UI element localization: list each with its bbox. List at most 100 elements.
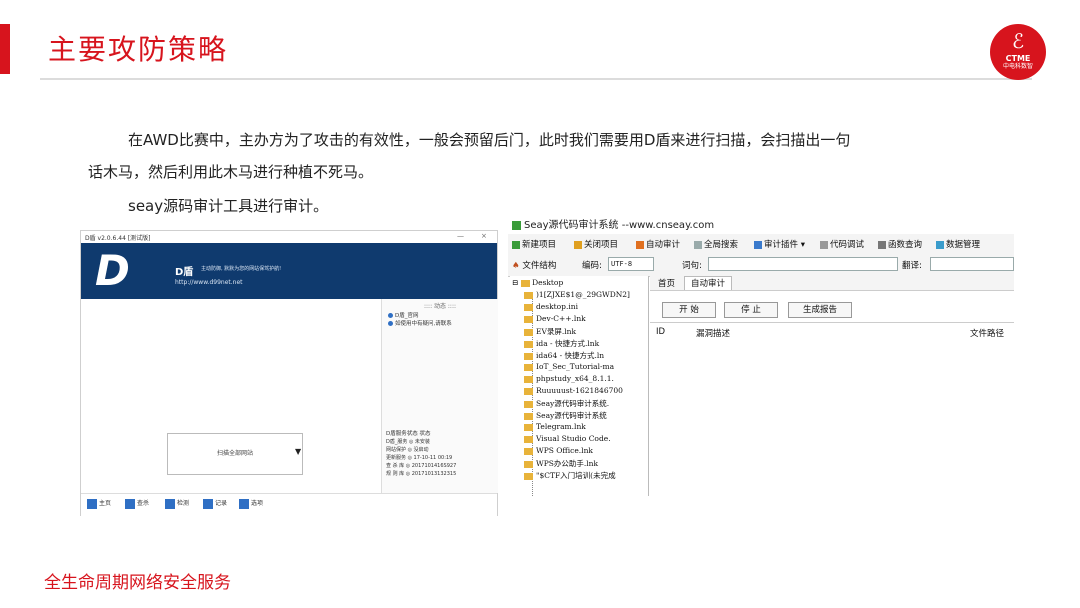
function-icon [878,240,886,249]
tree-item[interactable]: Seay源代码审计系统. [524,398,609,409]
logo-sub: 中电科数智 [1002,63,1033,70]
tree-item[interactable]: Telegram.lnk [524,422,586,431]
tree-item[interactable]: ida64 - 快捷方式.ln [524,350,604,361]
side-item[interactable]: 如使用中有疑问,请联系 [388,319,452,327]
new-project-icon [512,240,520,249]
tree-item[interactable]: desktop.ini [524,302,578,311]
dshield-url[interactable]: http://www.d99net.net [175,279,243,286]
dshield-bottom-nav: 主页 查杀 检测 记录 选项 [81,493,497,516]
file-icon [524,387,533,395]
encoding-select[interactable]: UTF-8 [608,257,654,271]
file-icon [524,375,533,383]
search-icon [125,498,135,509]
file-icon [524,423,533,431]
tab-home[interactable]: 首页 [652,277,681,289]
tree-item[interactable]: WPS Office.lnk [524,446,593,455]
code-debug-button[interactable]: 代码调试 [820,238,864,250]
function-query-button[interactable]: 函数查询 [878,238,922,250]
pin-icon: ♠ [512,261,520,271]
tree-item[interactable]: IoT_Sec_Tutorial-ma [524,362,614,371]
dshield-main-panel: 扫描全部网站 ▼ [81,299,381,493]
dshield-side-panel: :::: 动态 :::: D盾_官网 如使用中有疑问,请联系 D盾服务状态 状态… [381,299,498,493]
plugin-icon [754,240,762,249]
tree-root[interactable]: ⊟ Desktop [512,278,563,287]
start-button[interactable]: 开 始 [662,302,716,318]
dshield-window: D盾 v2.0.6.44 [测试版] — × D D盾 主动防御, 默默为您的网… [80,230,498,516]
search-icon [694,240,702,249]
info-icon [388,321,393,326]
status-header: D盾服务状态 状态 [386,431,431,437]
tree-item[interactable]: Visual Studio Code. [524,434,611,443]
file-structure-label: ♠ 文件结构 [512,261,557,271]
file-icon [524,303,533,311]
dshield-logo: D [95,246,130,295]
tree-item[interactable]: )1[ZJXE$1@_29GWDN2] [524,290,630,299]
nav-detect[interactable]: 检测 [165,498,189,509]
dshield-name: D盾 [175,267,194,278]
file-icon [524,447,533,455]
tree-item[interactable]: phpstudy_x64_8.1.1. [524,374,614,383]
info-icon [388,313,393,318]
translate-input[interactable] [930,257,1014,271]
tree-item[interactable]: Ruuuuust-1621846700 [524,386,623,395]
tab-auto-audit[interactable]: 自动审计 [684,276,733,290]
grid-icon [165,498,175,509]
nav-options[interactable]: 选项 [239,498,263,509]
footer-slogan: 全生命周期网络安全服务 [44,573,231,593]
logo-brand: CTME [1005,54,1031,63]
side-panel-header: :::: 动态 :::: [424,303,456,310]
seay-toolbar: 新建项目 关闭项目 自动审计 全局搜索 审计插件 ▾ 代码调试 函数查询 数据管… [508,234,1014,255]
nav-home[interactable]: 主页 [87,498,111,509]
data-manage-button[interactable]: 数据管理 [936,238,980,250]
audit-plugin-button[interactable]: 审计插件 ▾ [754,238,805,250]
global-search-button[interactable]: 全局搜索 [694,238,738,250]
logo-mark-icon: ℰ [1011,29,1025,53]
status-row: 规 则 库 ◎ 20171013132315 [386,471,457,477]
column-header-description[interactable]: 漏洞描述 [696,327,730,339]
column-header-filepath[interactable]: 文件路径 [970,327,1004,339]
file-icon [524,328,533,336]
auto-audit-icon [636,240,644,249]
app-icon [512,220,521,230]
title-divider [40,78,1032,80]
tree-item[interactable]: Seay源代码审计系统 [524,410,607,421]
status-row: D盾_服务 ◎ 未安装 [386,439,430,445]
status-row: 网站保护 ◎ 没启动 [386,447,429,453]
side-item[interactable]: D盾_官网 [388,311,419,319]
translate-label: 翻译: [902,261,922,271]
minimize-button[interactable]: — [457,232,464,240]
close-project-button[interactable]: 关闭项目 [574,238,618,250]
generate-report-button[interactable]: 生成报告 [788,302,852,318]
file-icon [524,340,533,348]
company-logo: ℰ CTME 中电科数智 [990,24,1046,80]
audit-results-grid: ID 漏洞描述 文件路径 [650,322,1014,496]
folder-icon [520,279,530,287]
tree-item[interactable]: "$CTF入门培训(未完成 [524,470,616,481]
seay-tabs: 首页 自动审计 [650,276,1014,291]
column-header-id[interactable]: ID [656,327,665,337]
status-row: 查 杀 库 ◎ 2017101416S927 [386,463,457,469]
dshield-banner: D D盾 主动防御, 默默为您的网站保驾护航! http://www.d99ne… [81,243,497,299]
scan-dropdown-arrow-icon[interactable]: ▼ [295,447,301,456]
seay-window-title: Seay源代码审计系统 --www.cnseay.com [512,216,714,231]
tree-item[interactable]: ida - 快捷方式.lnk [524,338,599,349]
document-icon [203,498,213,509]
nav-scan[interactable]: 查杀 [125,498,149,509]
tree-item[interactable]: Dev-C++.lnk [524,314,586,323]
collapse-icon[interactable]: ⊟ [512,278,518,287]
dshield-window-title: D盾 v2.0.6.44 [测试版] [85,235,151,242]
tree-item[interactable]: EV录屏.lnk [524,326,576,337]
file-icon [524,400,533,408]
home-icon [87,498,97,509]
auto-audit-button[interactable]: 自动审计 [636,238,680,250]
debug-icon [820,240,828,249]
tree-item[interactable]: WPS办公助手.lnk [524,458,598,469]
file-icon [524,352,533,360]
database-icon [936,240,944,249]
new-project-button[interactable]: 新建项目 [512,238,556,250]
word-input[interactable] [708,257,898,271]
scan-all-sites-button[interactable]: 扫描全部网站 [167,433,303,475]
nav-records[interactable]: 记录 [203,498,227,509]
close-button[interactable]: × [481,232,487,240]
stop-button[interactable]: 停 止 [724,302,778,318]
